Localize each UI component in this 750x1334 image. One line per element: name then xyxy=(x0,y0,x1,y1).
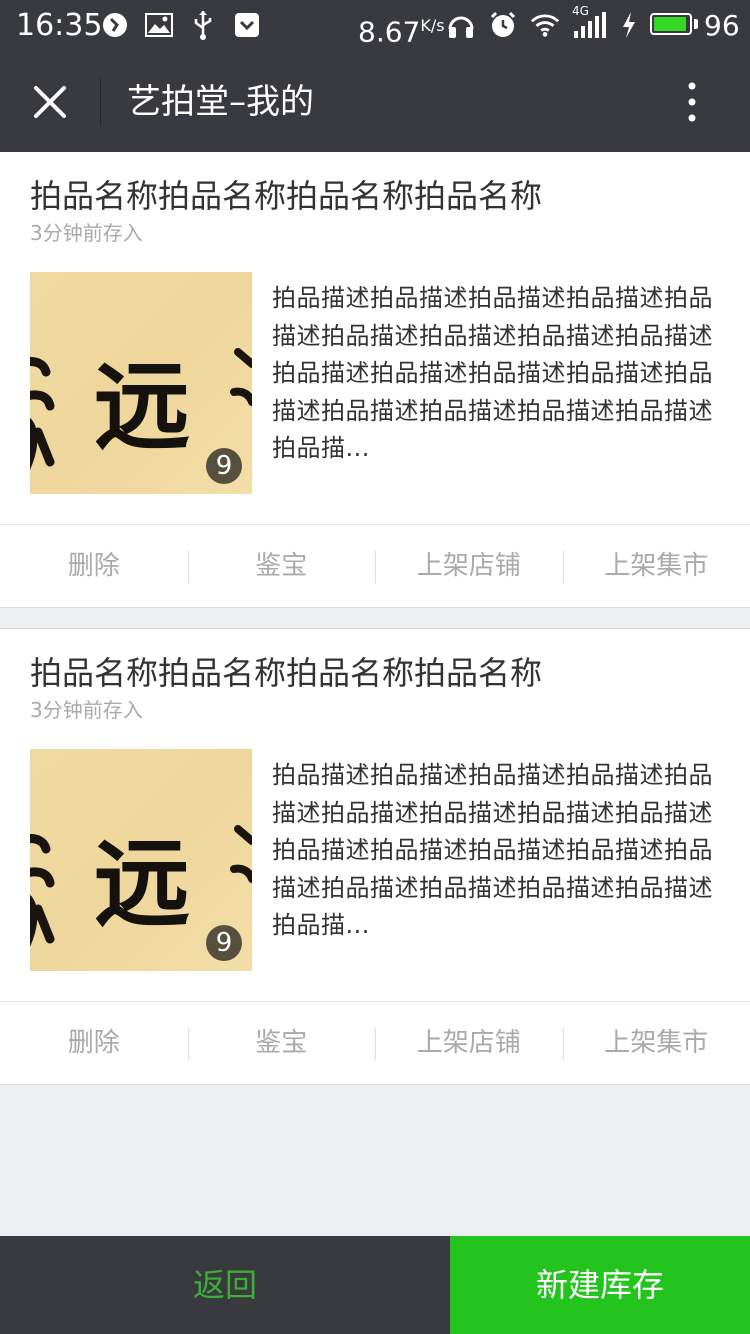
alarm-icon xyxy=(488,10,518,40)
back-button[interactable]: 返回 xyxy=(0,1236,450,1334)
delete-button[interactable]: 删除 xyxy=(0,1002,188,1084)
wifi-icon xyxy=(530,10,560,40)
usb-icon xyxy=(188,10,218,40)
appraise-button[interactable]: 鉴宝 xyxy=(187,1002,376,1084)
speed-value: 8.67 xyxy=(358,15,421,49)
card-actions: 删除 鉴宝 上架店铺 上架集市 xyxy=(0,1002,750,1084)
pocket-icon xyxy=(232,10,262,40)
battery-icon xyxy=(650,13,692,35)
item-saved-time: 3分钟前存入 xyxy=(30,698,143,722)
item-description: 拍品描述拍品描述拍品描述拍品描述拍品描述拍品描述拍品描述拍品描述拍品描述拍品描述… xyxy=(272,284,713,462)
network-speed: 8.67K/s xyxy=(358,6,445,52)
app-notification-icon xyxy=(100,10,130,40)
calligraphy-glyph: 远 xyxy=(94,350,190,463)
inventory-list: 拍品名称拍品名称拍品名称拍品名称 3分钟前存入 远 9 拍品描述拍品描述拍品描述… xyxy=(0,152,750,1085)
inventory-card: 拍品名称拍品名称拍品名称拍品名称 3分钟前存入 远 9 拍品描述拍品描述拍品描述… xyxy=(0,152,750,608)
status-bar: 16:35 8.67K/s 4G 96 xyxy=(0,0,750,52)
item-saved-time: 3分钟前存入 xyxy=(30,221,143,245)
card-body[interactable]: 远 9 拍品描述拍品描述拍品描述拍品描述拍品描述拍品描述拍品描述拍品描述拍品描述… xyxy=(0,252,750,525)
item-description: 拍品描述拍品描述拍品描述拍品描述拍品描述拍品描述拍品描述拍品描述拍品描述拍品描述… xyxy=(272,761,713,939)
nav-divider xyxy=(100,78,101,126)
battery-tip xyxy=(694,19,698,29)
item-thumbnail[interactable]: 远 9 xyxy=(30,749,252,971)
new-inventory-button[interactable]: 新建库存 xyxy=(450,1236,750,1334)
charging-icon xyxy=(620,10,638,40)
nav-bar: 艺拍堂–我的 xyxy=(0,52,750,152)
delete-button[interactable]: 删除 xyxy=(0,525,188,607)
status-time: 16:35 xyxy=(16,8,103,43)
bottom-bar: 返回 新建库存 xyxy=(0,1236,750,1334)
network-type-label: 4G xyxy=(572,4,589,18)
image-count-badge: 9 xyxy=(206,448,242,484)
page-title: 艺拍堂–我的 xyxy=(127,82,314,122)
image-icon xyxy=(144,10,174,40)
list-on-market-button[interactable]: 上架集市 xyxy=(562,525,750,607)
item-thumbnail[interactable]: 远 9 xyxy=(30,272,252,494)
list-on-shop-button[interactable]: 上架店铺 xyxy=(375,1002,563,1084)
inventory-card: 拍品名称拍品名称拍品名称拍品名称 3分钟前存入 远 9 拍品描述拍品描述拍品描述… xyxy=(0,628,750,1085)
status-right-icons: 4G xyxy=(446,4,638,40)
close-icon[interactable] xyxy=(26,78,74,126)
more-vertical-icon[interactable] xyxy=(670,78,714,126)
item-title[interactable]: 拍品名称拍品名称拍品名称拍品名称 xyxy=(30,653,720,693)
appraise-button[interactable]: 鉴宝 xyxy=(187,525,376,607)
status-left-icons xyxy=(100,10,262,40)
card-body[interactable]: 远 9 拍品描述拍品描述拍品描述拍品描述拍品描述拍品描述拍品描述拍品描述拍品描述… xyxy=(0,729,750,1002)
signal-icon: 4G xyxy=(572,4,608,40)
list-on-market-button[interactable]: 上架集市 xyxy=(562,1002,750,1084)
card-actions: 删除 鉴宝 上架店铺 上架集市 xyxy=(0,525,750,607)
headphones-icon xyxy=(446,10,476,40)
speed-unit: K/s xyxy=(420,16,445,35)
card-header: 拍品名称拍品名称拍品名称拍品名称 3分钟前存入 xyxy=(0,629,750,729)
image-count-badge: 9 xyxy=(206,925,242,961)
card-header: 拍品名称拍品名称拍品名称拍品名称 3分钟前存入 xyxy=(0,152,750,252)
item-title[interactable]: 拍品名称拍品名称拍品名称拍品名称 xyxy=(30,176,720,216)
calligraphy-glyph: 远 xyxy=(94,827,190,940)
battery-percent: 96 xyxy=(704,9,740,42)
battery-fill xyxy=(654,17,687,31)
list-on-shop-button[interactable]: 上架店铺 xyxy=(375,525,563,607)
